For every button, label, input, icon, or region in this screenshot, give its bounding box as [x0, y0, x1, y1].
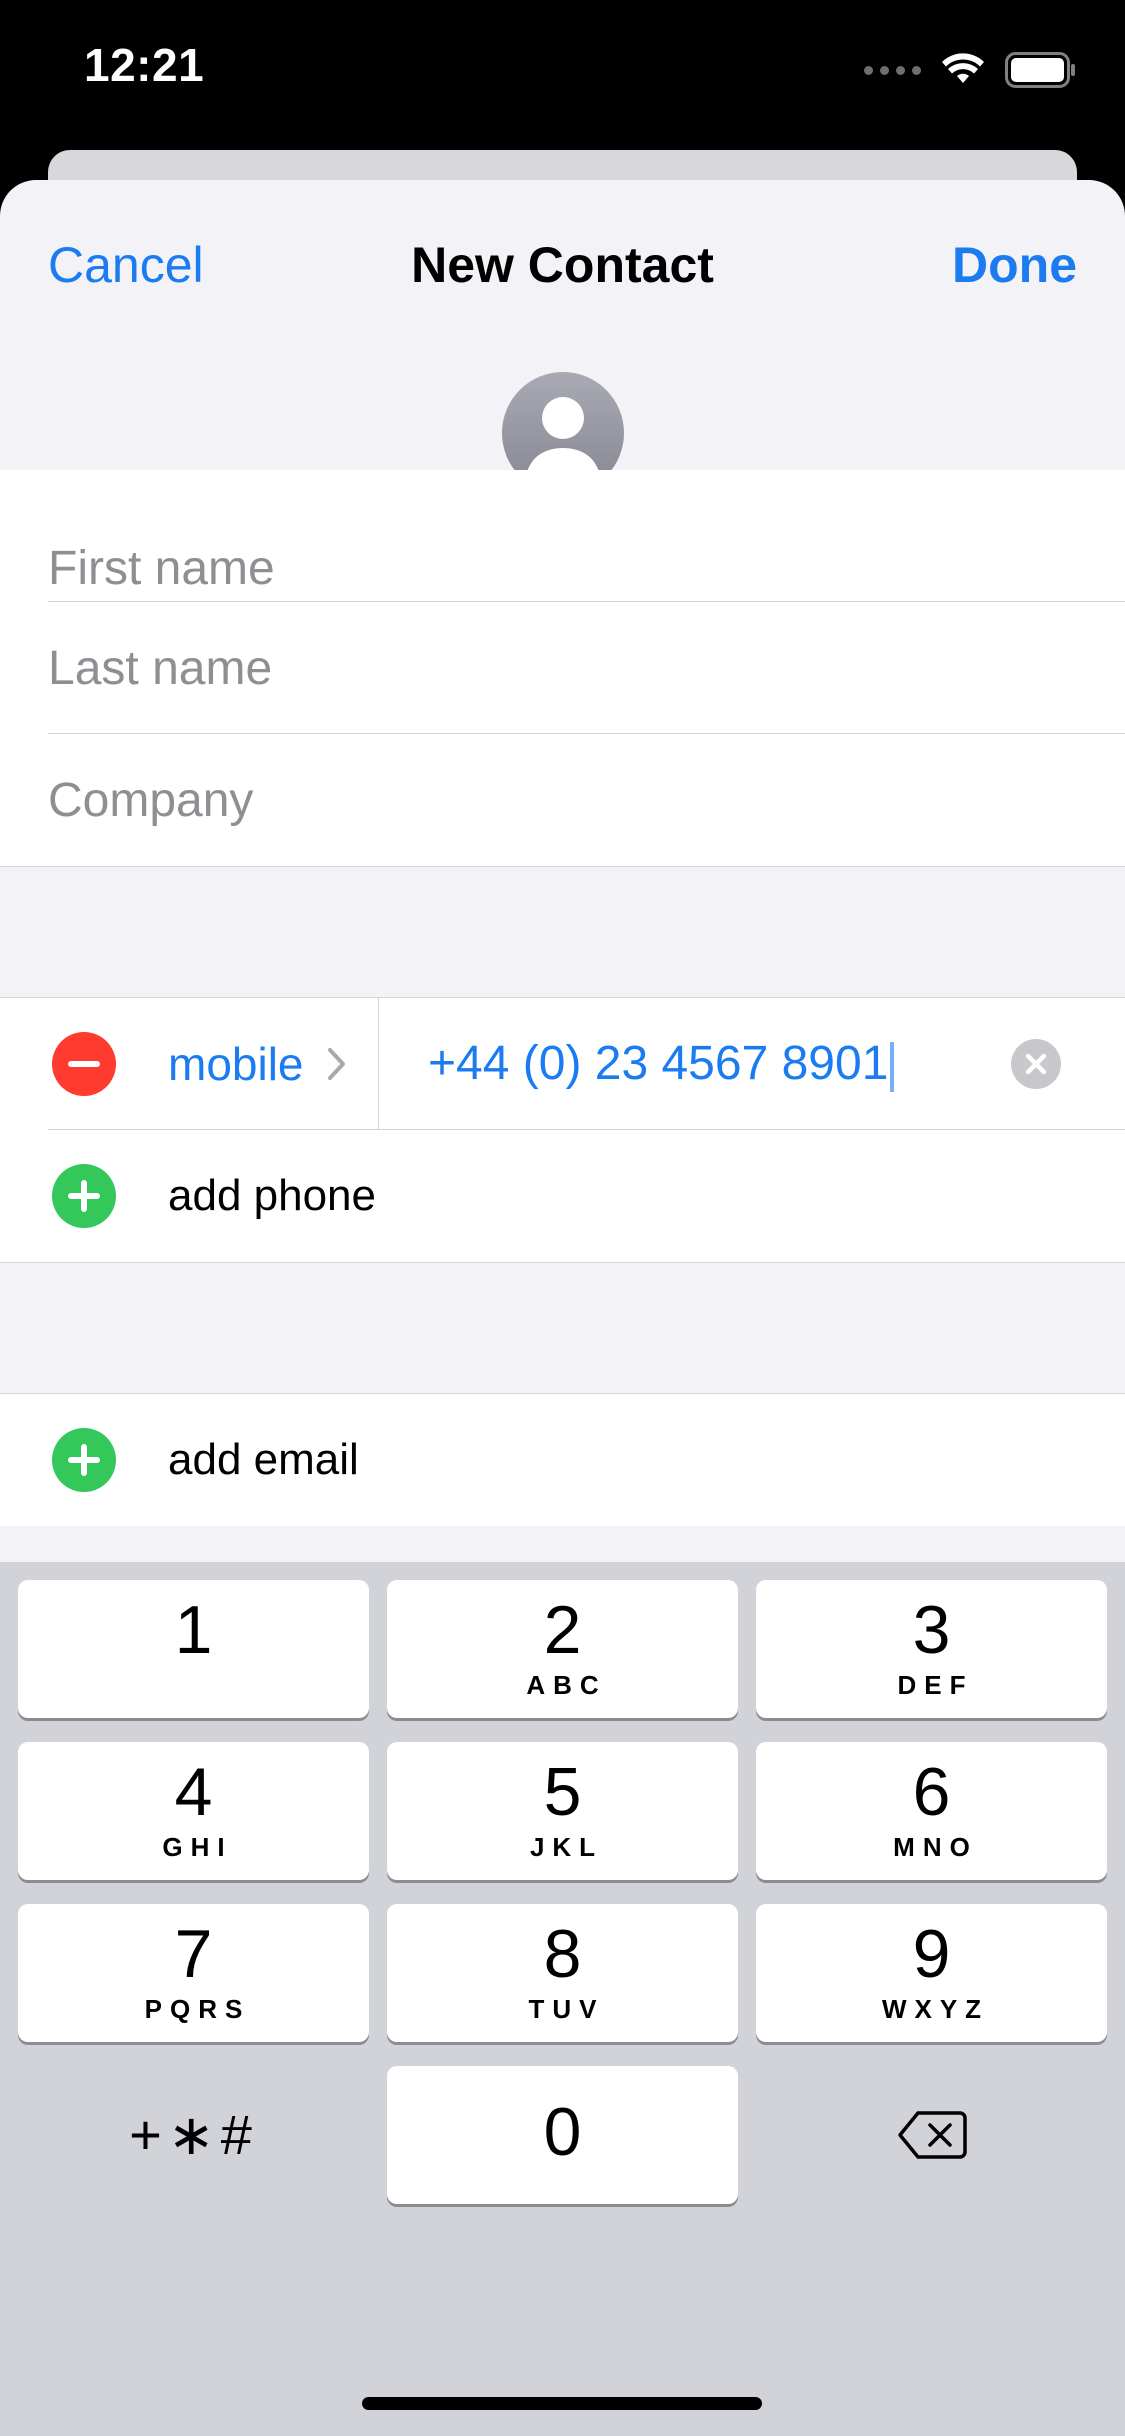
add-phone-row[interactable]: add phone — [0, 1130, 1125, 1262]
add-phone-button[interactable] — [52, 1164, 116, 1228]
key-7[interactable]: 7 PQRS — [18, 1904, 369, 2042]
key-digit: 0 — [543, 2094, 582, 2170]
key-9[interactable]: 9 WXYZ — [756, 1904, 1107, 2042]
key-0[interactable]: 0 — [387, 2066, 738, 2204]
company-placeholder: Company — [48, 773, 254, 827]
home-indicator[interactable] — [362, 2397, 762, 2410]
first-name-field[interactable]: First name — [0, 470, 1125, 602]
phone-input[interactable]: +44 (0) 23 4567 8901 — [428, 1036, 895, 1092]
delete-backspace-icon — [897, 2111, 967, 2159]
last-name-placeholder: Last name — [48, 641, 273, 695]
section-gap — [0, 1262, 1125, 1394]
add-email-button[interactable] — [52, 1428, 116, 1492]
key-letters: GHI — [162, 1832, 233, 1862]
name-section: First name Last name Company — [0, 470, 1125, 866]
contact-form: First name Last name Company mobile +44 … — [0, 470, 1125, 1526]
phone-label: mobile — [168, 1038, 304, 1090]
key-digit: 5 — [543, 1754, 582, 1830]
phone-row: mobile +44 (0) 23 4567 8901 — [0, 998, 1125, 1130]
key-2[interactable]: 2 ABC — [387, 1580, 738, 1718]
divider — [378, 998, 379, 1130]
status-bar: 12:21 — [0, 0, 1125, 140]
add-phone-label: add phone — [168, 1171, 376, 1220]
add-email-label: add email — [168, 1435, 359, 1484]
status-icons — [864, 50, 1077, 90]
key-4[interactable]: 4 GHI — [18, 1742, 369, 1880]
add-email-row[interactable]: add email — [0, 1394, 1125, 1526]
remove-phone-button[interactable] — [52, 1032, 116, 1096]
key-letters: TUV — [528, 1994, 605, 2024]
key-digit: 4 — [174, 1754, 213, 1830]
wifi-icon — [942, 53, 984, 83]
symbols-label: +∗# — [129, 2103, 258, 2166]
key-letters: WXYZ — [881, 1994, 990, 2024]
chevron-right-icon — [327, 1048, 345, 1080]
navigation-bar: Cancel New Contact Done — [0, 180, 1125, 360]
clear-text-button[interactable] — [1011, 1039, 1061, 1089]
first-name-placeholder: First name — [48, 541, 275, 595]
done-button[interactable]: Done — [952, 236, 1077, 294]
key-digit: 7 — [174, 1916, 213, 1992]
key-digit: 6 — [912, 1754, 951, 1830]
phone-keypad: 1 2 ABC 3 DEF 4 GHI 5 JKL 6 MNO 7 PQRS 8… — [0, 1562, 1125, 2436]
company-field[interactable]: Company — [0, 734, 1125, 866]
delete-key[interactable] — [756, 2066, 1107, 2204]
key-5[interactable]: 5 JKL — [387, 1742, 738, 1880]
last-name-field[interactable]: Last name — [0, 602, 1125, 734]
clear-x-icon — [1025, 1053, 1047, 1075]
key-letters: DEF — [897, 1670, 974, 1700]
email-section: add email — [0, 1394, 1125, 1526]
key-digit: 9 — [912, 1916, 951, 1992]
key-letters: JKL — [529, 1832, 604, 1862]
text-cursor — [890, 1041, 895, 1092]
battery-icon — [1005, 52, 1075, 88]
phone-number-value: +44 (0) 23 4567 8901 — [428, 1037, 889, 1091]
cellular-signal-icon — [864, 65, 921, 75]
key-digit: 1 — [174, 1592, 213, 1668]
status-time: 12:21 — [84, 39, 205, 91]
key-1[interactable]: 1 — [18, 1580, 369, 1718]
phone-label-button[interactable]: mobile — [168, 1037, 348, 1091]
key-digit: 2 — [543, 1592, 582, 1668]
key-8[interactable]: 8 TUV — [387, 1904, 738, 2042]
key-letters: ABC — [526, 1670, 607, 1700]
key-letters: PQRS — [144, 1994, 251, 2024]
symbols-key[interactable]: +∗# — [18, 2066, 369, 2204]
key-digit: 8 — [543, 1916, 582, 1992]
section-gap — [0, 866, 1125, 998]
phone-section: mobile +44 (0) 23 4567 8901 add phone — [0, 998, 1125, 1262]
key-letters: MNO — [893, 1832, 978, 1862]
key-3[interactable]: 3 DEF — [756, 1580, 1107, 1718]
key-digit: 3 — [912, 1592, 951, 1668]
key-6[interactable]: 6 MNO — [756, 1742, 1107, 1880]
